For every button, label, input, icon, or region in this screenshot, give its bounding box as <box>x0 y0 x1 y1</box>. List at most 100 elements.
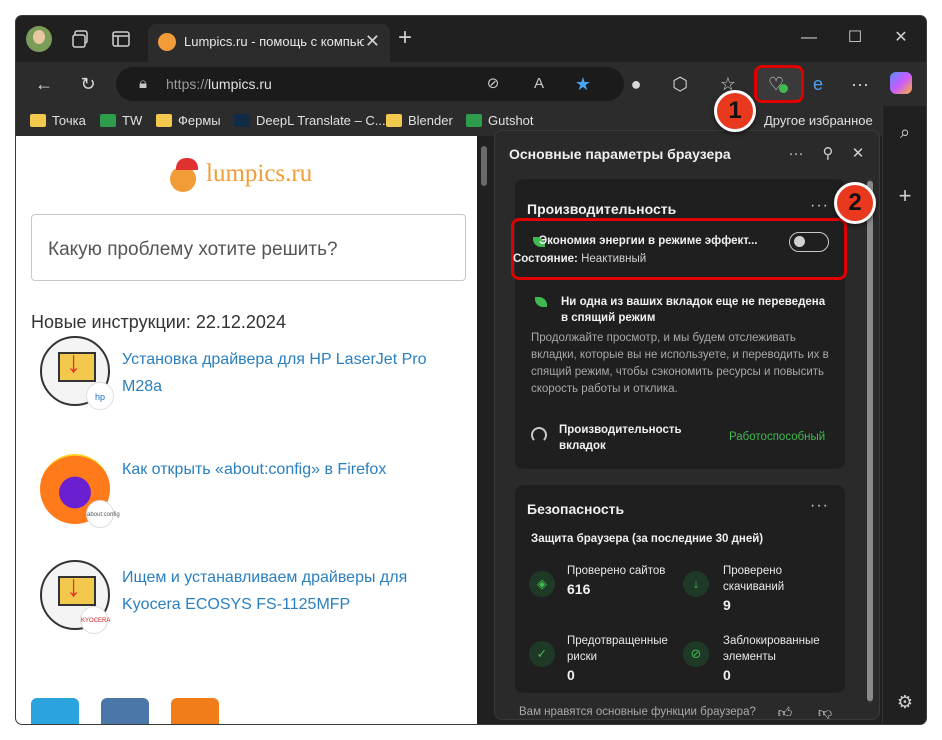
sleeping-tabs-title: Ни одна из ваших вкладок еще не переведе… <box>561 296 826 324</box>
back-arrow-icon[interactable]: ← <box>32 72 56 96</box>
callout-marker-1: 1 <box>714 90 756 132</box>
title-bar: Lumpics.ru - помощь с компьюте ✕ + — ☐ ✕ <box>16 16 926 62</box>
tab-performance-status: Работоспособный <box>729 431 826 443</box>
kyocera-badge: KYOCERA <box>80 606 110 634</box>
add-sidebar-app-icon[interactable]: + <box>893 184 917 208</box>
browser-essentials-panel: Основные параметры браузера ··· ⚲ ✕ Прои… <box>494 130 880 720</box>
panel-scrollbar-thumb[interactable] <box>867 181 873 701</box>
sleeping-tabs-description: Продолжайте просмотр, и мы будем отслежи… <box>531 332 829 395</box>
stat-sites-value: 616 <box>567 581 591 597</box>
profile-avatar[interactable] <box>26 26 52 52</box>
extension-puzzle-icon[interactable]: ● <box>624 72 648 96</box>
search-placeholder: Какую проблему хотите решить? <box>48 239 338 260</box>
article-link[interactable]: Ищем и устанавливаем драйверы для Kyocer… <box>122 564 462 618</box>
efficiency-mode-label: Экономия энергии в режиме эффект... <box>539 235 758 247</box>
search-icon[interactable]: ⌕ <box>893 120 917 144</box>
vk-icon[interactable] <box>101 698 149 724</box>
hp-badge: hp <box>86 382 114 410</box>
page-scrollbar[interactable] <box>478 136 490 724</box>
stat-downloads-label: Проверено скачиваний <box>723 565 785 593</box>
news-heading: Новые инструкции: 22.12.2024 <box>31 312 286 332</box>
block-icon: ⊘ <box>683 641 709 667</box>
read-aloud-icon[interactable]: A <box>528 73 550 95</box>
stat-risks-label: Предотвращенные риски <box>567 635 668 663</box>
new-tab-button[interactable]: + <box>398 26 412 50</box>
about-config-badge: about:config <box>86 500 120 528</box>
browser-window: Lumpics.ru - помощь с компьюте ✕ + — ☐ ✕… <box>16 16 926 724</box>
lock-icon[interactable]: 🔒︎ <box>132 73 154 95</box>
tw-icon <box>100 114 116 127</box>
scrollbar-thumb[interactable] <box>481 146 487 186</box>
favorite-fermy[interactable]: Фермы <box>156 112 221 130</box>
address-toolbar: ← ↻ 🔒︎ https://lumpics.ru ⊘ A ★ ● ⬡ ☆ ♡ … <box>16 62 926 106</box>
download-icon: ↓ <box>683 571 709 597</box>
tab-performance-label: Производительность вкладок <box>559 424 682 452</box>
vertical-tabs-icon[interactable] <box>110 28 132 50</box>
stat-downloads-value: 9 <box>723 597 731 613</box>
settings-gear-icon[interactable]: ⚙ <box>893 690 917 714</box>
efficiency-mode-toggle[interactable] <box>789 232 829 252</box>
performance-heading: Производительность <box>527 201 677 217</box>
performance-more-icon[interactable]: ··· <box>810 197 829 215</box>
tab-title: Lumpics.ru - помощь с компьюте <box>184 34 364 49</box>
copilot-icon[interactable] <box>890 72 912 94</box>
panel-title: Основные параметры браузера <box>509 146 731 162</box>
favorite-tochka[interactable]: Точка <box>30 112 86 130</box>
edge-sidebar: ⌕ + ⚙ <box>882 106 926 724</box>
workspaces-icon[interactable] <box>70 28 92 50</box>
favorite-gutshot[interactable]: Gutshot <box>466 112 534 130</box>
feedback-question: Вам нравятся основные функции браузера? <box>519 706 756 718</box>
favorite-star-icon[interactable]: ★ <box>572 73 594 95</box>
panel-close-icon[interactable]: ✕ <box>847 143 869 165</box>
lumpics-favicon <box>158 33 176 51</box>
stat-sites-label: Проверено сайтов <box>567 565 666 577</box>
security-subtitle: Защита браузера (за последние 30 дней) <box>531 533 764 545</box>
tw-icon <box>466 114 482 127</box>
ie-mode-icon[interactable]: e <box>806 72 830 96</box>
panel-more-icon[interactable]: ··· <box>785 143 807 165</box>
web-page: lumpics.ru Какую проблему хотите решить?… <box>16 136 477 724</box>
santa-hat-icon <box>176 158 198 170</box>
odnoklassniki-icon[interactable] <box>171 698 219 724</box>
article-link[interactable]: Установка драйвера для HP LaserJet Pro M… <box>122 346 462 400</box>
shield-check-icon: ✓ <box>529 641 555 667</box>
other-favorites[interactable]: Другое избранное <box>764 112 873 130</box>
shield-icon: ◈ <box>529 571 555 597</box>
address-bar[interactable]: 🔒︎ https://lumpics.ru ⊘ A ★ <box>116 67 624 101</box>
folder-icon <box>156 114 172 127</box>
maximize-button[interactable]: ☐ <box>832 24 878 52</box>
thumbs-up-icon[interactable]: 👍︎ <box>775 702 795 719</box>
panel-scrollbar[interactable] <box>867 179 873 703</box>
favorite-blender[interactable]: Blender <box>386 112 453 130</box>
folder-icon <box>30 114 46 127</box>
security-heading: Безопасность <box>527 501 625 517</box>
refresh-icon[interactable]: ↻ <box>76 72 100 96</box>
article-link[interactable]: Как открыть «about:config» в Firefox <box>122 456 462 483</box>
url-text[interactable]: https://lumpics.ru <box>166 76 272 92</box>
efficiency-state: Состояние: Неактивный <box>513 253 647 265</box>
deepl-icon <box>234 114 250 127</box>
gauge-icon <box>531 427 547 443</box>
tab-close-icon[interactable]: ✕ <box>365 32 380 50</box>
tracking-off-icon[interactable]: ⊘ <box>482 73 504 95</box>
folder-icon <box>386 114 402 127</box>
pin-icon[interactable]: ⚲ <box>817 143 839 165</box>
security-more-icon[interactable]: ··· <box>810 497 829 515</box>
thumbs-down-icon[interactable]: 👎︎ <box>815 702 835 719</box>
stat-risks-value: 0 <box>567 667 575 683</box>
callout-marker-2: 2 <box>834 182 876 224</box>
minimize-button[interactable]: — <box>786 24 832 52</box>
more-menu-icon[interactable]: ··· <box>848 72 872 96</box>
status-dot <box>779 84 788 93</box>
favorite-tw[interactable]: TW <box>100 112 142 130</box>
stat-blocked-value: 0 <box>723 667 731 683</box>
tab-lumpics[interactable]: Lumpics.ru - помощь с компьюте ✕ <box>148 24 390 62</box>
site-logo[interactable]: lumpics.ru <box>206 160 312 188</box>
close-window-button[interactable]: ✕ <box>878 24 924 52</box>
browser-essentials-button[interactable]: ♡ <box>754 65 804 103</box>
extensions-icon[interactable]: ⬡ <box>668 72 692 96</box>
telegram-icon[interactable] <box>31 698 79 724</box>
site-search-input[interactable]: Какую проблему хотите решить? <box>31 214 466 281</box>
favorite-deepl[interactable]: DeepL Translate – C... <box>234 112 386 130</box>
stat-blocked-label: Заблокированные элементы <box>723 635 820 663</box>
